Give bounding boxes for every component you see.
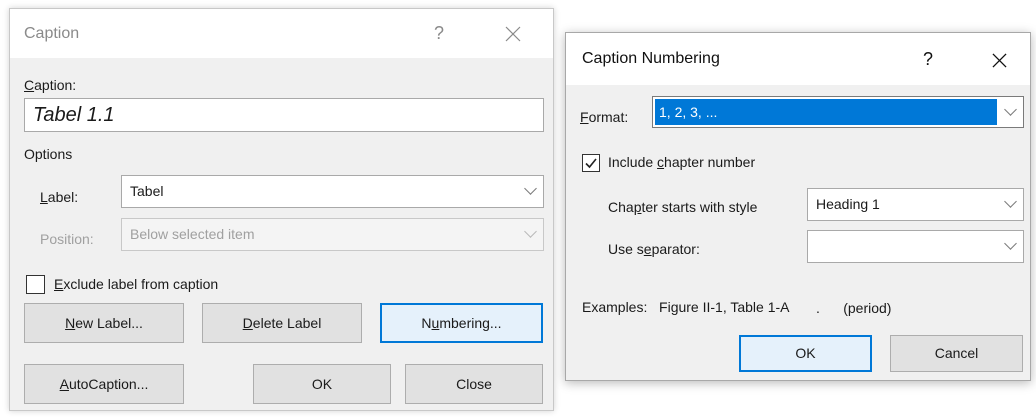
format-dropdown-value: 1, 2, 3, ... <box>655 99 997 125</box>
separator-label: Use separator: <box>608 241 700 257</box>
help-button[interactable]: ? <box>911 33 945 85</box>
cancel-button[interactable]: Cancel <box>890 335 1023 372</box>
exclude-label-text: Exclude label from caption <box>54 276 219 292</box>
chevron-down-icon[interactable] <box>998 189 1023 220</box>
caption-dialog-titlebar: Caption ? <box>10 9 553 58</box>
separator-value: . (period) <box>816 300 892 316</box>
chapter-style-label: Chapter starts with style <box>608 199 758 215</box>
separator-dropdown[interactable]: . (period) <box>807 230 1024 316</box>
caption-numbering-dialog: Caption Numbering ? Format: 1, 2, 3, ...… <box>565 32 1031 381</box>
close-icon[interactable] <box>496 9 530 58</box>
chevron-down-icon[interactable] <box>518 219 543 250</box>
numbering-dialog-titlebar: Caption Numbering ? <box>566 33 1030 85</box>
caption-label: Caption: <box>24 77 77 93</box>
delete-label-button[interactable]: Delete Label <box>202 303 362 343</box>
chevron-down-icon[interactable] <box>998 97 1023 127</box>
position-dropdown-value: Below selected item <box>130 226 255 242</box>
label-dropdown[interactable]: Tabel <box>121 175 544 208</box>
options-group-label: Options <box>24 146 73 162</box>
numbering-button[interactable]: Numbering... <box>380 303 543 343</box>
autocaption-button[interactable]: AutoCaption... <box>24 364 184 404</box>
chevron-down-icon[interactable] <box>998 231 1023 262</box>
chapter-style-dropdown[interactable]: Heading 1 <box>807 188 1024 221</box>
numbering-dialog-title: Caption Numbering <box>582 50 720 67</box>
ok-button[interactable]: OK <box>253 364 391 404</box>
chapter-style-value: Heading 1 <box>816 196 880 212</box>
new-label-button[interactable]: New Label... <box>24 303 184 343</box>
examples-text: Examples: Figure II-1, Table 1-A <box>582 299 790 315</box>
ok-button[interactable]: OK <box>739 335 872 372</box>
caption-input-value: Tabel 1.1 <box>33 104 115 126</box>
chevron-down-icon[interactable] <box>518 176 543 207</box>
include-chapter-checkbox[interactable] <box>582 154 600 172</box>
caption-dialog-title: Caption <box>24 25 80 42</box>
position-field-label: Position: <box>40 231 94 247</box>
label-dropdown-value: Tabel <box>130 183 164 199</box>
help-button[interactable]: ? <box>422 9 456 58</box>
include-chapter-label: Include chapter number <box>608 154 756 170</box>
caption-dialog: Caption ? Caption: Tabel 1.1 Options Lab… <box>9 8 554 411</box>
close-button[interactable]: Close <box>405 364 543 404</box>
format-dropdown[interactable]: 1, 2, 3, ... <box>652 96 1024 128</box>
position-dropdown[interactable]: Below selected item <box>121 218 544 251</box>
caption-input[interactable]: Tabel 1.1 <box>24 98 544 132</box>
close-icon[interactable] <box>982 33 1016 85</box>
format-label: Format: <box>580 109 629 125</box>
label-field-label: Label: <box>40 189 79 205</box>
exclude-label-checkbox[interactable] <box>26 275 45 294</box>
